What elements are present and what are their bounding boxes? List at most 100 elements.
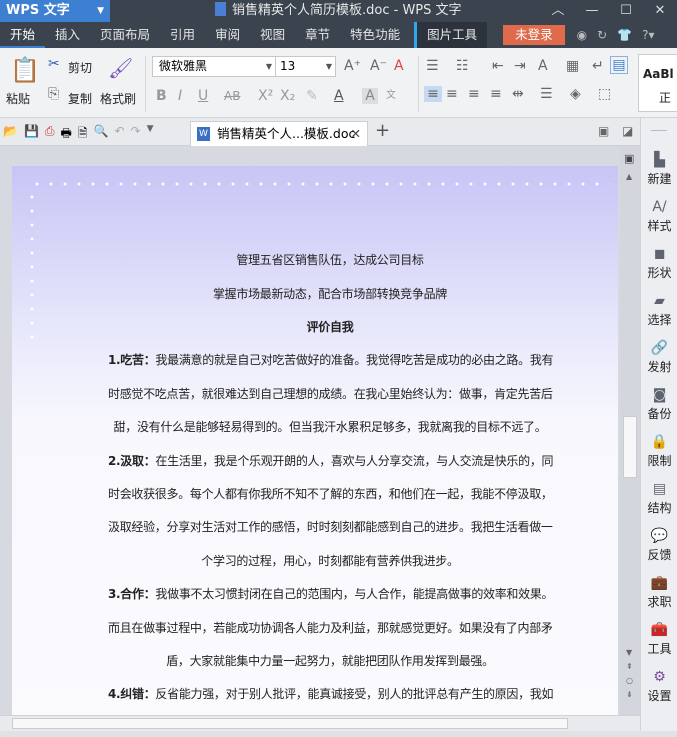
close-tab-icon[interactable]: ✕ [351, 122, 361, 146]
maximize-button[interactable]: ☐ [609, 0, 643, 22]
tab-page-layout[interactable]: 页面布局 [90, 22, 160, 48]
size-value: 13 [280, 59, 296, 73]
paste-icon[interactable]: 📋 [10, 56, 40, 84]
chevron-down-icon[interactable]: ▼ [147, 124, 154, 145]
scrollbar-thumb[interactable] [623, 416, 637, 478]
italic-icon[interactable]: I [178, 88, 182, 104]
scroll-up-icon[interactable]: ▲ [626, 172, 632, 181]
redo-icon[interactable]: ↷ [131, 124, 141, 145]
document-tab[interactable]: W 销售精英个人...模板.doc ✕ [190, 121, 368, 146]
chevron-down-icon: ▼ [97, 6, 104, 16]
refresh-icon[interactable]: ↻ [597, 28, 607, 42]
grow-font-icon[interactable]: A⁺ [344, 58, 361, 74]
document-area[interactable]: 管理五省区销售队伍，达成公司目标 掌握市场最新动态，配合市场部转换竞争品牌 评价自我… [0, 146, 620, 715]
sidebar-item[interactable]: ▙ 新建 [641, 152, 677, 187]
border-icon[interactable]: ⬚ [598, 86, 611, 102]
justify-icon[interactable]: ≡ [490, 86, 502, 102]
decrease-indent-icon[interactable]: ⇤ [492, 58, 504, 74]
sidebar-item[interactable]: A/样式 [641, 199, 677, 234]
phonetic-icon[interactable]: 文 [386, 86, 396, 101]
distributed-icon[interactable]: ⇹ [512, 86, 524, 102]
format-painter-button[interactable]: 格式刷 [100, 90, 136, 107]
text-direction-icon[interactable]: A [538, 58, 548, 74]
sidebar-item[interactable]: ▤ 结构 [641, 481, 677, 516]
tab-section[interactable]: 章节 [295, 22, 340, 48]
tab-references[interactable]: 引用 [160, 22, 205, 48]
vertical-scrollbar[interactable]: ▣ ▲ ▼ ⇞ ○ ⇟ [620, 146, 640, 715]
copy-button[interactable]: 复制 [68, 90, 92, 107]
ribbon-collapse-button[interactable]: ︿ [541, 0, 575, 22]
undo-icon[interactable]: ↶ [114, 124, 124, 145]
scrollbar-thumb[interactable] [12, 718, 568, 729]
font-family-select[interactable]: 微软雅黑 ▼ [152, 56, 276, 77]
shirt-icon[interactable]: 👕 [617, 28, 632, 42]
find-icon[interactable]: 🔍 [94, 124, 109, 145]
bold-icon[interactable]: B [156, 88, 167, 104]
tab-menu-icon[interactable]: ◪ [622, 124, 633, 138]
document-line: 管理五省区销售队伍，达成公司目标 [108, 251, 552, 268]
help-icon[interactable]: ?▾ [642, 28, 654, 42]
tab-home[interactable]: 开始 [0, 22, 46, 48]
export-pdf-icon[interactable]: ⎙ [45, 124, 55, 145]
char-shading-icon[interactable]: A [362, 88, 378, 104]
paragraph-mark-icon[interactable]: ↵ [592, 58, 604, 74]
table-icon[interactable]: ▦ [566, 58, 579, 74]
align-left-icon[interactable]: ≡ [424, 86, 442, 102]
tab-view[interactable]: 视图 [250, 22, 295, 48]
decorative-dots [30, 182, 610, 186]
paste-button[interactable]: 粘贴 [6, 90, 30, 107]
sidebar-item[interactable]: ◙ 备份 [641, 387, 677, 422]
sidebar-item[interactable]: 🔗 发射 [641, 340, 677, 375]
tab-list-icon[interactable]: ▣ [598, 124, 609, 138]
document-line: 2.汲取：在生活里，我是个乐观开朗的人，喜欢与人分享交流，与人交流是快乐的，同 [108, 452, 554, 469]
shrink-font-icon[interactable]: A⁻ [370, 58, 387, 74]
sidebar-item[interactable]: ▰ 选择 [641, 293, 677, 328]
sidebar-item[interactable]: 🧰 工具 [641, 622, 677, 657]
style-gallery[interactable]: AaBl 正 [638, 54, 677, 112]
word-doc-icon: W [197, 127, 210, 141]
show-layout-icon[interactable]: ▤ [610, 56, 628, 74]
horizontal-scrollbar[interactable] [0, 715, 640, 731]
document-page[interactable]: 管理五省区销售队伍，达成公司目标 掌握市场最新动态，配合市场部转换竞争品牌 评价自我… [12, 166, 618, 715]
tab-review[interactable]: 审阅 [205, 22, 250, 48]
minimize-button[interactable]: — [575, 0, 609, 22]
highlight-icon[interactable]: ✎ [306, 88, 318, 104]
save-icon[interactable]: 💾 [24, 124, 39, 145]
page-nav-icon[interactable]: ▼ ⇞ ○ ⇟ [626, 646, 633, 702]
sidebar-item[interactable]: ⚙ 设置 [641, 669, 677, 704]
shading-icon[interactable]: ◈ [570, 86, 581, 102]
sidebar-item-label: 新建 [647, 172, 672, 186]
tab-features[interactable]: 特色功能 [340, 22, 410, 48]
login-button[interactable]: 未登录 [503, 25, 565, 45]
lock-icon: 🔒 [650, 434, 669, 450]
print-preview-icon[interactable]: 🗎 [78, 124, 88, 145]
close-button[interactable]: ✕ [643, 0, 677, 22]
sidebar-item[interactable]: 🔒 限制 [641, 434, 677, 469]
superscript-icon[interactable]: X² [258, 88, 273, 104]
strikethrough-icon[interactable]: AB [224, 89, 240, 103]
skin-icon[interactable]: ◉ [577, 28, 587, 42]
sidebar-item[interactable]: 💼 求职 [641, 575, 677, 610]
bullet-list-icon[interactable]: ☰ [426, 58, 439, 74]
line-spacing-icon[interactable]: ☰ [540, 86, 553, 102]
open-icon[interactable]: 📂 [3, 124, 18, 145]
align-center-icon[interactable]: ≡ [446, 86, 458, 102]
subscript-icon[interactable]: X₂ [280, 88, 295, 104]
font-color-icon[interactable]: A [334, 88, 344, 104]
underline-icon[interactable]: U [198, 88, 208, 104]
tab-picture-tools[interactable]: 图片工具 [414, 22, 488, 48]
clear-format-icon[interactable]: A [394, 58, 404, 74]
cut-button[interactable]: 剪切 [68, 59, 92, 76]
numbered-list-icon[interactable]: ☷ [456, 58, 469, 74]
new-tab-button[interactable]: + [375, 120, 390, 141]
tab-insert[interactable]: 插入 [45, 22, 90, 48]
wps-menu-button[interactable]: WPS 文字 ▼ [0, 0, 110, 22]
sidebar-item[interactable]: 💬 反馈 [641, 528, 677, 563]
increase-indent-icon[interactable]: ⇥ [514, 58, 526, 74]
status-strip [0, 731, 677, 737]
print-icon[interactable]: 🖶 [61, 124, 72, 145]
font-size-select[interactable]: 13 ▼ [276, 56, 336, 77]
align-right-icon[interactable]: ≡ [468, 86, 480, 102]
sidebar-item[interactable]: ◼ 形状 [641, 246, 677, 281]
page-view-icon[interactable]: ▣ [624, 152, 634, 165]
